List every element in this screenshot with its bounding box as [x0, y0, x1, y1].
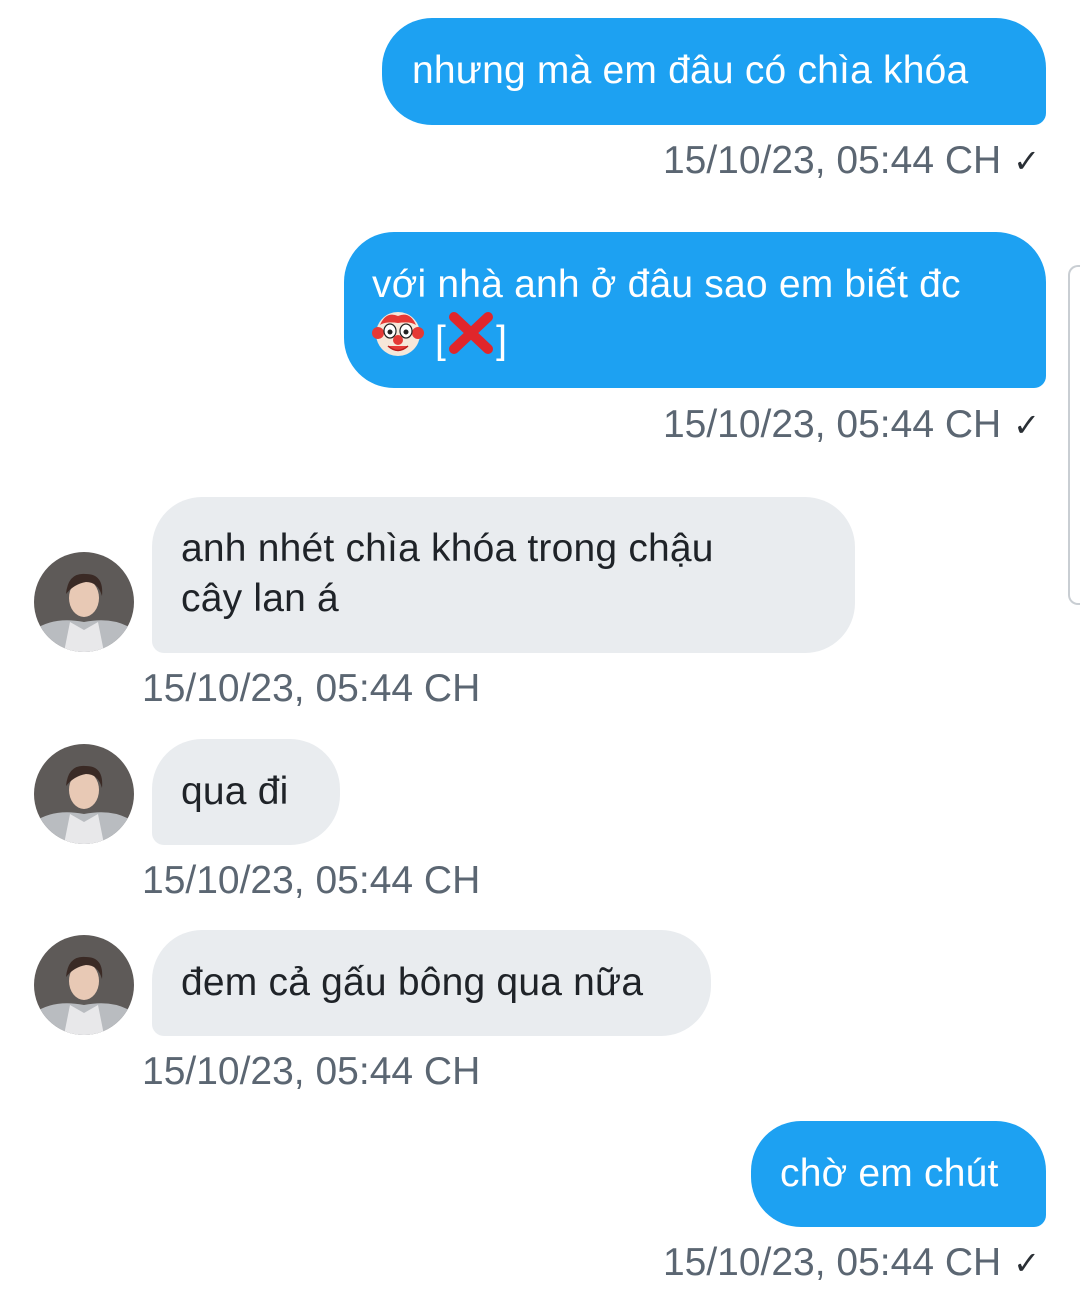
message-bubble-incoming[interactable]: đem cả gấu bông qua nữa — [152, 930, 711, 1036]
message-timestamp: 15/10/23, 05:44 CH — [142, 1047, 480, 1097]
cross-mark-icon — [446, 311, 496, 368]
message-bubble-incoming[interactable]: qua đi — [152, 739, 340, 845]
avatar-photo-icon — [34, 552, 134, 652]
check-icon: ✓ — [1013, 406, 1040, 443]
message-text-line: cây lan á — [181, 577, 339, 620]
message-timestamp: 15/10/23, 05:44 CH ✓ — [663, 400, 1040, 452]
bracket-open: [ — [435, 318, 447, 362]
timestamp-text: 15/10/23, 05:44 CH — [142, 1050, 481, 1093]
message-timestamp: 15/10/23, 05:44 CH — [142, 664, 480, 714]
message-text-line: anh nhét chìa khóa trong chậu — [181, 527, 714, 570]
timestamp-text: 15/10/23, 05:44 CH — [142, 859, 481, 902]
message-timestamp: 15/10/23, 05:44 CH — [142, 856, 480, 906]
message-bubble-outgoing[interactable]: chờ em chút — [751, 1121, 1046, 1227]
message-bubble-outgoing[interactable]: với nhà anh ở đâu sao em biết đc [ ] — [344, 232, 1046, 388]
avatar-photo-icon — [34, 744, 134, 844]
message-emoji-line: [ ] — [372, 310, 1046, 362]
contact-avatar[interactable] — [34, 552, 134, 652]
message-timestamp: 15/10/23, 05:44 CH ✓ — [663, 136, 1040, 188]
message-text-line: với nhà anh ở đâu sao em biết đc — [372, 263, 961, 306]
message-text: chờ em chút — [780, 1152, 999, 1195]
avatar-photo-icon — [34, 935, 134, 1035]
contact-avatar[interactable] — [34, 935, 134, 1035]
timestamp-text: 15/10/23, 05:44 CH — [662, 139, 1002, 182]
timestamp-text: 15/10/23, 05:44 CH — [662, 403, 1002, 446]
check-icon: ✓ — [1013, 1244, 1040, 1281]
message-bubble-incoming[interactable]: anh nhét chìa khóa trong chậu cây lan á — [152, 497, 855, 653]
message-text: đem cả gấu bông qua nữa — [181, 961, 644, 1004]
message-timestamp: 15/10/23, 05:44 CH ✓ — [663, 1238, 1040, 1290]
contact-avatar[interactable] — [34, 744, 134, 844]
timestamp-text: 15/10/23, 05:44 CH — [142, 667, 481, 710]
message-bubble-outgoing[interactable]: nhưng mà em đâu có chìa khóa — [382, 18, 1046, 125]
clown-face-icon — [372, 307, 424, 372]
timestamp-text: 15/10/23, 05:44 CH — [662, 1241, 1002, 1284]
bracket-close: ] — [496, 318, 508, 362]
message-text: nhưng mà em đâu có chìa khóa — [412, 49, 969, 92]
edge-scroll-handle[interactable] — [1068, 265, 1080, 605]
check-icon: ✓ — [1013, 142, 1040, 179]
message-text: qua đi — [181, 770, 289, 813]
